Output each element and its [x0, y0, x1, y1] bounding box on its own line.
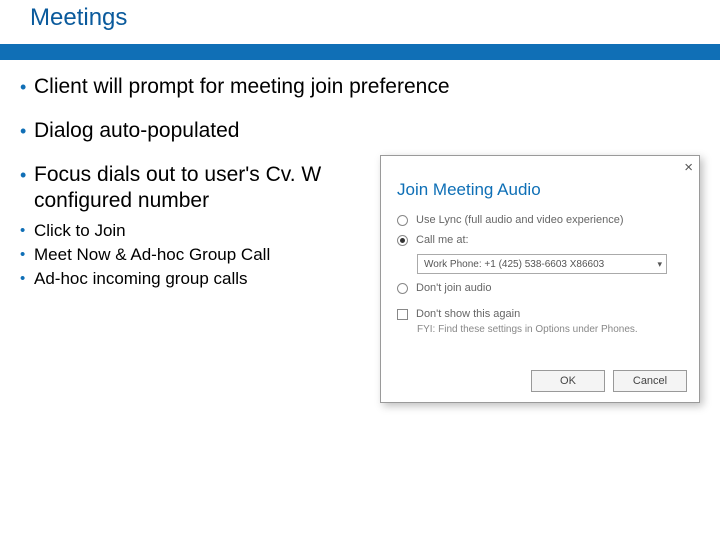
dialog-button-row: OK Cancel [531, 370, 687, 392]
bullet-dot-icon: • [20, 118, 34, 144]
radio-icon [397, 283, 408, 294]
join-meeting-audio-dialog: × Join Meeting Audio Use Lync (full audi… [380, 155, 700, 403]
dialog-title: Join Meeting Audio [381, 156, 699, 200]
button-label: OK [560, 375, 576, 387]
header-underline [0, 44, 720, 60]
cancel-button[interactable]: Cancel [613, 370, 687, 392]
radio-icon [397, 235, 408, 246]
phone-number-select[interactable]: Work Phone: +1 (425) 538-6603 X86603 ▾ [417, 254, 667, 274]
page-title: Meetings [0, 0, 127, 32]
option-label: Call me at: [416, 234, 469, 246]
chevron-down-icon: ▾ [657, 259, 662, 270]
bullet-item: • Dialog auto-populated [20, 118, 720, 144]
bullet-dot-icon: • [20, 220, 34, 242]
option-label: Don't join audio [416, 282, 492, 294]
checkbox-label: Don't show this again [416, 308, 520, 320]
option-call-me[interactable]: Call me at: [397, 234, 683, 246]
bullet-dot-icon: • [20, 244, 34, 266]
button-label: Cancel [633, 375, 667, 387]
option-label: Use Lync (full audio and video experienc… [416, 214, 624, 226]
sub-bullet-text: Ad-hoc incoming group calls [34, 268, 248, 290]
bullet-text: Dialog auto-populated [34, 118, 240, 144]
option-dont-join[interactable]: Don't join audio [397, 282, 683, 294]
bullet-item: • Client will prompt for meeting join pr… [20, 74, 720, 100]
bullet-text: Focus dials out to user's Cv. W configur… [34, 162, 354, 214]
bullet-dot-icon: • [20, 268, 34, 290]
fyi-hint-text: FYI: Find these settings in Options unde… [381, 320, 699, 335]
sub-bullet-text: Click to Join [34, 220, 126, 242]
close-icon[interactable]: × [684, 160, 693, 175]
ok-button[interactable]: OK [531, 370, 605, 392]
header-bar: Meetings [0, 0, 720, 44]
bullet-dot-icon: • [20, 74, 34, 100]
bullet-text: Client will prompt for meeting join pref… [34, 74, 450, 100]
bullet-dot-icon: • [20, 162, 34, 188]
select-value: Work Phone: +1 (425) 538-6603 X86603 [424, 259, 604, 270]
sub-bullet-text: Meet Now & Ad-hoc Group Call [34, 244, 270, 266]
dont-show-again-checkbox[interactable]: Don't show this again [381, 302, 699, 320]
option-use-lync[interactable]: Use Lync (full audio and video experienc… [397, 214, 683, 226]
checkbox-icon [397, 309, 408, 320]
radio-icon [397, 215, 408, 226]
audio-options-group: Use Lync (full audio and video experienc… [381, 200, 699, 294]
